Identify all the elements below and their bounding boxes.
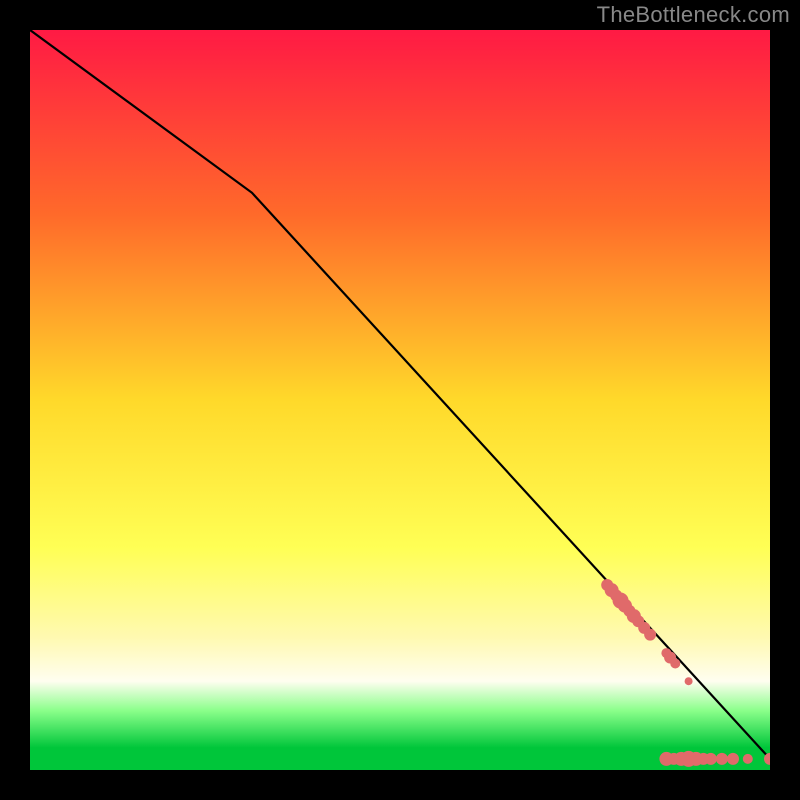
scatter-point: [716, 753, 728, 765]
scatter-point: [685, 677, 693, 685]
scatter-point: [743, 754, 753, 764]
scatter-point: [705, 753, 717, 765]
gradient-background: [30, 30, 770, 770]
chart-svg: [30, 30, 770, 770]
scatter-point: [727, 753, 739, 765]
chart-frame: TheBottleneck.com: [0, 0, 800, 800]
scatter-point: [670, 658, 680, 668]
plot-area: [30, 30, 770, 770]
watermark-text: TheBottleneck.com: [597, 2, 790, 28]
scatter-point: [644, 629, 656, 641]
